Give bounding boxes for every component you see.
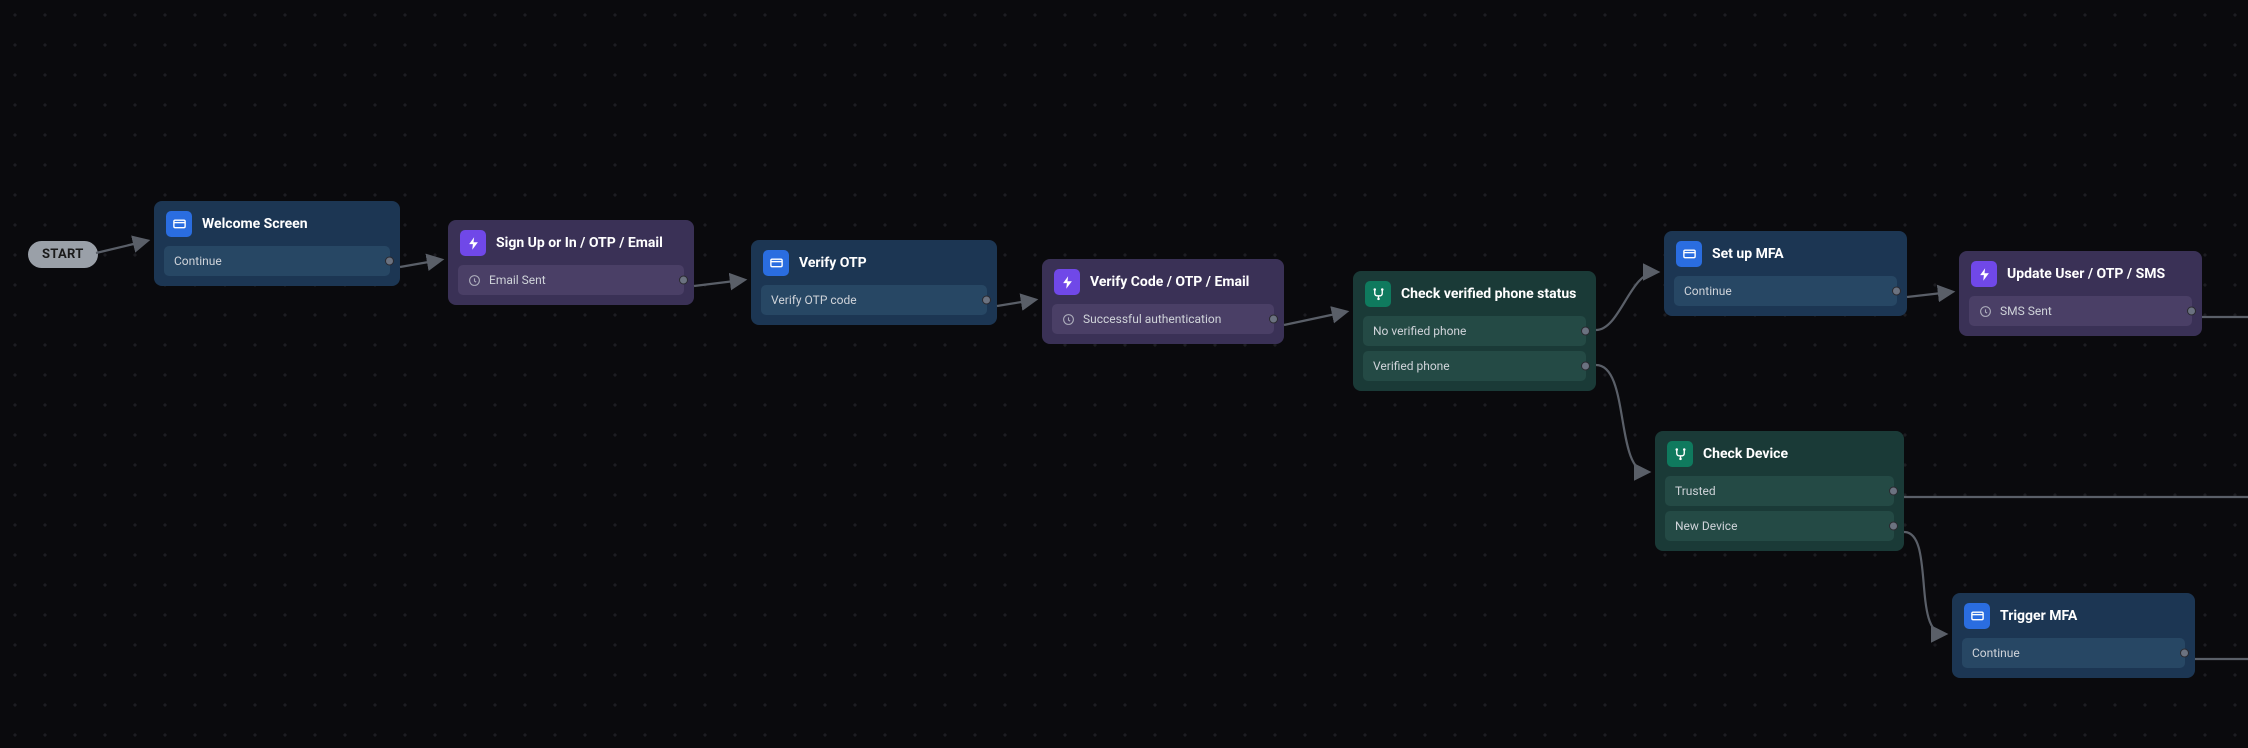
start-node[interactable]: START xyxy=(28,241,98,268)
clock-icon xyxy=(1062,313,1075,326)
node-welcome[interactable]: Welcome Screen Continue xyxy=(154,201,400,286)
node-check-phone[interactable]: Check verified phone status No verified … xyxy=(1353,271,1596,391)
output-port[interactable] xyxy=(385,257,394,266)
node-check-device[interactable]: Check Device Trusted New Device xyxy=(1655,431,1904,551)
node-signup[interactable]: Sign Up or In / OTP / Email Email Sent xyxy=(448,220,694,305)
node-output[interactable]: Continue xyxy=(1674,276,1897,306)
node-header: Trigger MFA xyxy=(1962,603,2185,629)
node-header: Check Device xyxy=(1665,441,1894,467)
output-port[interactable] xyxy=(679,276,688,285)
node-output[interactable]: Verify OTP code xyxy=(761,285,987,315)
output-port[interactable] xyxy=(1889,487,1898,496)
output-label: Continue xyxy=(1684,284,1732,298)
edge xyxy=(0,0,2248,748)
clock-icon xyxy=(468,274,481,287)
output-label: Successful authentication xyxy=(1083,312,1221,326)
node-output[interactable]: Successful authentication xyxy=(1052,304,1274,334)
node-title: Trigger MFA xyxy=(2000,608,2077,624)
output-port[interactable] xyxy=(1892,287,1901,296)
start-label: START xyxy=(42,247,84,262)
node-title: Check verified phone status xyxy=(1401,286,1576,302)
node-title: Set up MFA xyxy=(1712,246,1784,262)
clock-icon xyxy=(1979,305,1992,318)
node-trigger-mfa[interactable]: Trigger MFA Continue xyxy=(1952,593,2195,678)
node-verify-code[interactable]: Verify Code / OTP / Email Successful aut… xyxy=(1042,259,1284,344)
node-title: Check Device xyxy=(1703,446,1788,462)
output-port[interactable] xyxy=(1889,522,1898,531)
node-update-user[interactable]: Update User / OTP / SMS SMS Sent xyxy=(1959,251,2202,336)
output-label: Email Sent xyxy=(489,273,546,287)
node-title: Verify Code / OTP / Email xyxy=(1090,274,1249,290)
flow-canvas[interactable]: START Welcome Screen Continue Sign Up or… xyxy=(0,0,2248,748)
output-port[interactable] xyxy=(2180,649,2189,658)
output-port[interactable] xyxy=(2187,307,2196,316)
bolt-icon xyxy=(1054,269,1080,295)
node-setup-mfa[interactable]: Set up MFA Continue xyxy=(1664,231,1907,316)
node-header: Set up MFA xyxy=(1674,241,1897,267)
node-title: Update User / OTP / SMS xyxy=(2007,266,2165,282)
output-port[interactable] xyxy=(982,296,991,305)
node-output[interactable]: New Device xyxy=(1665,511,1894,541)
output-label: SMS Sent xyxy=(2000,304,2052,318)
node-header: Verify OTP xyxy=(761,250,987,276)
node-title: Verify OTP xyxy=(799,255,867,271)
output-port[interactable] xyxy=(1269,315,1278,324)
output-port[interactable] xyxy=(1581,362,1590,371)
screen-icon xyxy=(1964,603,1990,629)
output-port[interactable] xyxy=(1581,327,1590,336)
node-output[interactable]: Continue xyxy=(1962,638,2185,668)
node-header: Check verified phone status xyxy=(1363,281,1586,307)
screen-icon xyxy=(166,211,192,237)
node-verify-otp[interactable]: Verify OTP Verify OTP code xyxy=(751,240,997,325)
output-label: Verify OTP code xyxy=(771,293,857,307)
node-output[interactable]: No verified phone xyxy=(1363,316,1586,346)
bolt-icon xyxy=(1971,261,1997,287)
output-label: New Device xyxy=(1675,519,1737,533)
node-header: Verify Code / OTP / Email xyxy=(1052,269,1274,295)
node-output[interactable]: Trusted xyxy=(1665,476,1894,506)
branch-icon xyxy=(1365,281,1391,307)
node-title: Sign Up or In / OTP / Email xyxy=(496,235,663,251)
node-output[interactable]: SMS Sent xyxy=(1969,296,2192,326)
output-label: Verified phone xyxy=(1373,359,1450,373)
node-output[interactable]: Verified phone xyxy=(1363,351,1586,381)
node-header: Welcome Screen xyxy=(164,211,390,237)
node-output[interactable]: Email Sent xyxy=(458,265,684,295)
node-title: Welcome Screen xyxy=(202,216,308,232)
output-label: No verified phone xyxy=(1373,324,1466,338)
output-label: Trusted xyxy=(1675,484,1716,498)
output-label: Continue xyxy=(1972,646,2020,660)
node-header: Sign Up or In / OTP / Email xyxy=(458,230,684,256)
branch-icon xyxy=(1667,441,1693,467)
node-output[interactable]: Continue xyxy=(164,246,390,276)
bolt-icon xyxy=(460,230,486,256)
node-header: Update User / OTP / SMS xyxy=(1969,261,2192,287)
screen-icon xyxy=(1676,241,1702,267)
output-label: Continue xyxy=(174,254,222,268)
screen-icon xyxy=(763,250,789,276)
